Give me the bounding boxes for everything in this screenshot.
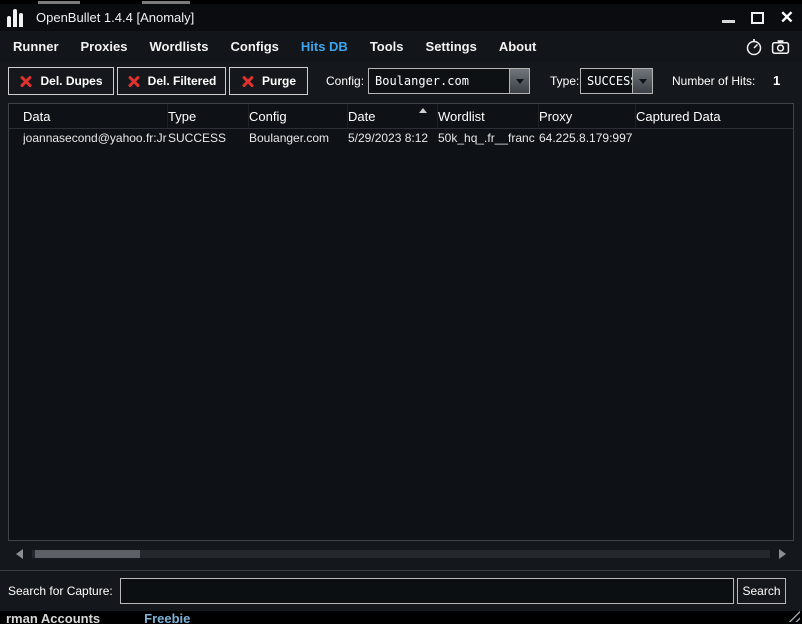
delete-dupes-button[interactable]: Del. Dupes bbox=[8, 67, 114, 95]
search-button[interactable]: Search bbox=[737, 578, 786, 604]
gauge-icon[interactable] bbox=[745, 38, 763, 56]
chevron-down-icon[interactable] bbox=[632, 69, 652, 93]
menu-item-settings[interactable]: Settings bbox=[426, 39, 477, 54]
column-header-proxy[interactable]: Proxy bbox=[539, 104, 636, 128]
type-label: Type: bbox=[550, 62, 579, 100]
menu-item-runner[interactable]: Runner bbox=[13, 39, 59, 54]
menu-icon-group bbox=[745, 38, 802, 56]
minimize-button[interactable] bbox=[722, 20, 735, 23]
menu-item-about[interactable]: About bbox=[499, 39, 537, 54]
background-window-text: rman Accounts Freebie bbox=[6, 611, 190, 624]
scroll-left-icon[interactable] bbox=[16, 549, 23, 559]
camera-icon[interactable] bbox=[771, 38, 790, 56]
column-header-date-label: Date bbox=[348, 109, 375, 124]
column-header-wordlist[interactable]: Wordlist bbox=[438, 104, 539, 128]
delete-dupes-label: Del. Dupes bbox=[40, 74, 102, 88]
config-label: Config: bbox=[326, 62, 364, 100]
table-header-row: Data Type Config Date Wordlist Proxy Cap… bbox=[9, 104, 793, 129]
scroll-right-icon[interactable] bbox=[779, 549, 786, 559]
search-input[interactable] bbox=[120, 578, 734, 604]
title-bar[interactable]: OpenBullet 1.4.4 [Anomaly] ✕ bbox=[0, 4, 802, 31]
delete-filtered-label: Del. Filtered bbox=[148, 74, 217, 88]
horizontal-scrollbar bbox=[8, 546, 794, 562]
column-header-type[interactable]: Type bbox=[168, 104, 249, 128]
close-button[interactable]: ✕ bbox=[780, 4, 794, 31]
cell-config: Boulanger.com bbox=[249, 129, 348, 148]
cell-date: 5/29/2023 8:12 bbox=[348, 129, 438, 148]
hits-count-label: Number of Hits: bbox=[672, 62, 755, 100]
chevron-down-icon[interactable] bbox=[509, 69, 529, 93]
hits-table: Data Type Config Date Wordlist Proxy Cap… bbox=[8, 103, 794, 541]
purge-button[interactable]: Purge bbox=[229, 67, 308, 95]
menu-item-hits-db[interactable]: Hits DB bbox=[301, 39, 348, 54]
sort-ascending-icon bbox=[419, 108, 427, 113]
menu-item-wordlists[interactable]: Wordlists bbox=[149, 39, 208, 54]
config-dropdown-value: Boulanger.com bbox=[369, 69, 509, 93]
type-dropdown-value: SUCCESS bbox=[581, 69, 632, 93]
column-header-config[interactable]: Config bbox=[249, 104, 348, 128]
scrollbar-thumb[interactable] bbox=[35, 550, 140, 558]
openbullet-window: OpenBullet 1.4.4 [Anomaly] ✕ Runner Prox… bbox=[0, 4, 802, 611]
cell-proxy: 64.225.8.179:997 bbox=[539, 129, 636, 148]
cell-wordlist: 50k_hq_.fr__franc bbox=[438, 129, 539, 148]
background-window-link-fragment: Freebie bbox=[144, 611, 190, 624]
cell-captured-data bbox=[636, 129, 793, 148]
menu-bar: Runner Proxies Wordlists Configs Hits DB… bbox=[0, 31, 802, 62]
openbullet-logo-icon bbox=[7, 8, 29, 27]
background-window-text-fragment: rman Accounts bbox=[6, 611, 100, 624]
toolbar: Del. Dupes Del. Filtered Purge Config: B… bbox=[0, 62, 802, 100]
config-dropdown[interactable]: Boulanger.com bbox=[368, 68, 530, 94]
column-header-date[interactable]: Date bbox=[348, 104, 438, 128]
window-controls: ✕ bbox=[722, 4, 794, 31]
menu-item-proxies[interactable]: Proxies bbox=[81, 39, 128, 54]
purge-label: Purge bbox=[262, 74, 296, 88]
table-row[interactable]: joannasecond@yahoo.fr:Jr SUCCESS Boulang… bbox=[9, 129, 793, 148]
delete-filtered-button[interactable]: Del. Filtered bbox=[117, 67, 226, 95]
search-capture-label: Search for Capture: bbox=[8, 571, 113, 611]
scrollbar-track[interactable] bbox=[32, 550, 770, 558]
type-dropdown[interactable]: SUCCESS bbox=[580, 68, 653, 94]
red-x-icon bbox=[241, 74, 255, 88]
window-title: OpenBullet 1.4.4 [Anomaly] bbox=[36, 4, 194, 31]
menu-item-configs[interactable]: Configs bbox=[230, 39, 278, 54]
hits-count-value: 1 bbox=[773, 62, 780, 100]
cell-type: SUCCESS bbox=[168, 129, 249, 148]
maximize-button[interactable] bbox=[751, 12, 764, 24]
search-bar: Search for Capture: Search bbox=[0, 571, 802, 611]
desktop: OpenBullet 1.4.4 [Anomaly] ✕ Runner Prox… bbox=[0, 0, 802, 624]
cell-data: joannasecond@yahoo.fr:Jr bbox=[23, 129, 168, 148]
column-header-captured-data[interactable]: Captured Data bbox=[636, 104, 793, 128]
menu-item-tools[interactable]: Tools bbox=[370, 39, 404, 54]
red-x-icon bbox=[19, 74, 33, 88]
red-x-icon bbox=[127, 74, 141, 88]
column-header-data[interactable]: Data bbox=[23, 104, 168, 128]
background-window-strip: rman Accounts Freebie bbox=[0, 611, 802, 624]
